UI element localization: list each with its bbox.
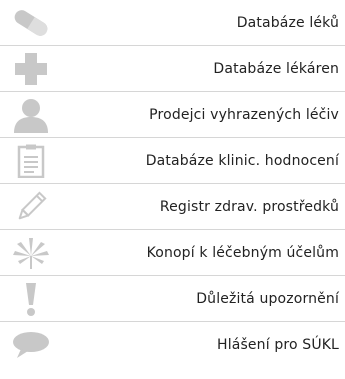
menu-item-prodejci[interactable]: Prodejci vyhrazených léčiv	[0, 92, 345, 138]
menu-item-label: Konopí k léčebným účelům	[146, 244, 339, 261]
person-icon	[6, 95, 56, 135]
cannabis-leaf-icon	[6, 233, 56, 273]
menu-item-konopi[interactable]: Konopí k léčebným účelům	[0, 230, 345, 276]
speech-bubble-icon	[6, 325, 56, 365]
menu-item-label: Registr zdrav. prostředků	[159, 198, 339, 215]
cross-icon	[6, 49, 56, 89]
menu-item-databaze-leku[interactable]: Databáze léků	[0, 0, 345, 46]
pencil-icon	[6, 187, 56, 227]
menu-item-label: Databáze léků	[236, 14, 339, 31]
services-menu: Databáze léků Databáze lékáren Prodejci …	[0, 0, 345, 368]
exclamation-icon	[6, 279, 56, 319]
menu-item-label: Databáze klinic. hodnocení	[145, 152, 339, 169]
menu-item-hlaseni-sukl[interactable]: Hlášení pro SÚKL	[0, 322, 345, 368]
pill-icon	[6, 3, 56, 43]
menu-item-label: Prodejci vyhrazených léčiv	[149, 106, 339, 123]
menu-item-label: Databáze lékáren	[213, 60, 339, 77]
menu-item-klinicka-hodnoceni[interactable]: Databáze klinic. hodnocení	[0, 138, 345, 184]
clipboard-icon	[6, 141, 56, 181]
menu-item-registr-prostredku[interactable]: Registr zdrav. prostředků	[0, 184, 345, 230]
menu-item-label: Hlášení pro SÚKL	[217, 337, 339, 353]
menu-item-upozorneni[interactable]: Důležitá upozornění	[0, 276, 345, 322]
menu-item-databaze-lekaren[interactable]: Databáze lékáren	[0, 46, 345, 92]
menu-item-label: Důležitá upozornění	[196, 290, 339, 307]
